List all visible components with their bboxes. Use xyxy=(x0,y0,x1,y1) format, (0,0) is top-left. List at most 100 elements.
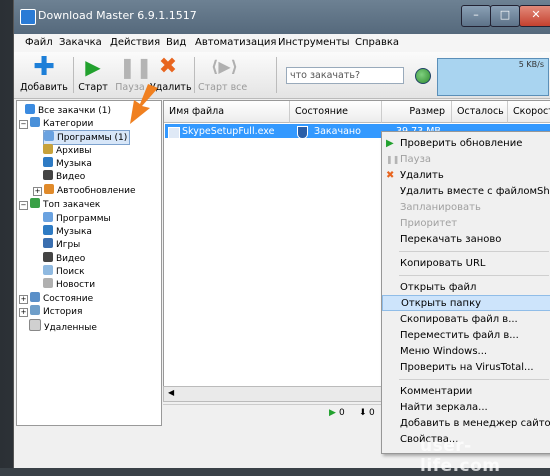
video-icon xyxy=(43,252,53,262)
collapse-icon[interactable]: − xyxy=(19,120,28,129)
title-bar[interactable]: Download Master 6.9.1.1517 – □ ✕ xyxy=(14,0,550,34)
menu-actions[interactable]: Действия xyxy=(110,37,160,48)
tree-item-top-downloads[interactable]: − Топ закачек xyxy=(19,198,100,211)
column-header-remaining[interactable]: Осталось xyxy=(452,101,508,123)
tree-item-top-video[interactable]: Видео xyxy=(43,252,85,265)
tree-item-state[interactable]: + Состояние xyxy=(19,292,93,305)
menu-view[interactable]: Вид xyxy=(166,37,186,48)
file-state: Закачано xyxy=(314,126,361,137)
menu-item-check-update[interactable]: ▶ Проверить обновление xyxy=(382,136,550,152)
tree-item-video[interactable]: Видео xyxy=(43,170,85,183)
menu-item-virustotal[interactable]: Проверить на VirusTotal... xyxy=(382,360,550,376)
menu-item-delete-with-file[interactable]: Удалить вместе с файлом Shi xyxy=(382,184,550,200)
menu-item-priority[interactable]: Приоритет xyxy=(382,216,550,232)
x-icon: ✖ xyxy=(386,170,395,181)
annotation-arrow-icon xyxy=(130,84,158,124)
collapse-icon[interactable]: − xyxy=(19,201,28,210)
window-title: Download Master 6.9.1.1517 xyxy=(38,9,197,22)
tree-item-archives[interactable]: Архивы xyxy=(43,144,91,157)
queued-icon: ⬇ xyxy=(359,408,367,418)
scroll-left-icon[interactable]: ◀ xyxy=(168,388,174,397)
menu-item-comments[interactable]: Комментарии xyxy=(382,384,550,400)
start-all-button[interactable]: ⟨▶⟩ Старт все xyxy=(198,54,247,96)
menu-item-find-mirrors[interactable]: Найти зеркала... xyxy=(382,400,550,416)
archive-icon xyxy=(43,144,53,154)
column-header-state[interactable]: Состояние xyxy=(290,101,382,123)
speed-graph: 5 KB/s xyxy=(437,58,549,96)
expand-icon[interactable]: + xyxy=(19,295,28,304)
menu-download[interactable]: Закачка xyxy=(59,37,102,48)
categories-icon xyxy=(30,117,40,127)
tree-item-search[interactable]: Поиск xyxy=(43,265,85,278)
programs-icon xyxy=(44,131,54,141)
menu-help[interactable]: Справка xyxy=(355,37,399,48)
news-icon xyxy=(43,278,53,288)
menu-automation[interactable]: Автоматизация xyxy=(195,37,276,48)
trash-icon xyxy=(29,319,41,331)
start-button[interactable]: ▶ Старт xyxy=(76,54,110,96)
column-header-speed[interactable]: Скорость xyxy=(508,101,550,123)
games-icon xyxy=(43,238,53,248)
tree-item-programs[interactable]: Программы (1) xyxy=(43,130,131,145)
menu-item-redownload[interactable]: Перекачать заново xyxy=(382,232,550,248)
expand-icon[interactable]: + xyxy=(19,308,28,317)
search-icon xyxy=(43,265,53,275)
horizontal-scrollbar[interactable]: ◀ xyxy=(163,386,397,402)
start-all-icon: ⟨▶⟩ xyxy=(211,57,238,76)
x-icon: ✖ xyxy=(158,54,178,79)
shortcut-hint: Shi xyxy=(537,186,550,197)
tree-item-deleted[interactable]: Удаленные xyxy=(29,319,97,333)
menu-item-delete[interactable]: ✖ Удалить xyxy=(382,168,550,184)
tree-item-games[interactable]: Игры xyxy=(43,238,80,251)
menu-tools[interactable]: Инструменты xyxy=(278,37,350,48)
expand-icon[interactable]: + xyxy=(33,187,42,196)
active-icon: ▶ xyxy=(329,408,336,418)
pause-icon: ❚❚ xyxy=(386,155,400,164)
download-icon xyxy=(25,104,35,114)
column-header-filename[interactable]: Имя файла xyxy=(164,101,290,123)
add-button[interactable]: ✚ Добавить xyxy=(19,54,69,96)
category-tree: Все закачки (1) − Категории Программы (1)… xyxy=(16,100,162,426)
pause-icon: ❚❚ xyxy=(119,55,153,79)
video-icon xyxy=(43,170,53,180)
autoupdate-icon xyxy=(44,184,54,194)
tree-item-top-programs[interactable]: Программы xyxy=(43,212,111,225)
column-header-size[interactable]: Размер xyxy=(382,101,452,123)
tree-item-top-music[interactable]: Музыка xyxy=(43,225,92,238)
tree-item-autoupdate[interactable]: + Автообновление xyxy=(33,184,136,197)
toolbar-separator xyxy=(194,57,195,93)
menu-file[interactable]: Файл xyxy=(25,37,53,48)
menu-item-pause[interactable]: ❚❚ Пауза xyxy=(382,152,550,168)
active-count: 0 xyxy=(339,408,345,418)
toolbar-separator xyxy=(276,57,277,93)
menu-item-add-site-manager[interactable]: Добавить в менеджер сайтов... xyxy=(382,416,550,432)
menu-bar: Файл Закачка Действия Вид Автоматизация … xyxy=(14,34,550,52)
menu-item-open-file[interactable]: Открыть файл xyxy=(382,280,550,296)
app-icon xyxy=(20,9,36,25)
menu-separator xyxy=(399,251,549,252)
menu-item-copy-file[interactable]: Скопировать файл в... xyxy=(382,312,550,328)
menu-item-move-file[interactable]: Переместить файл в... xyxy=(382,328,550,344)
tree-item-history[interactable]: + История xyxy=(19,305,82,318)
tree-item-all-downloads[interactable]: Все закачки (1) xyxy=(25,104,111,117)
toolbar-separator xyxy=(73,57,74,93)
context-menu: ▶ Проверить обновление ❚❚ Пауза ✖ Удалить У… xyxy=(381,131,550,454)
minimize-button[interactable]: – xyxy=(461,5,491,27)
tree-item-categories[interactable]: − Категории xyxy=(19,117,93,130)
menu-item-copy-url[interactable]: Копировать URL xyxy=(382,256,550,272)
search-input[interactable]: что закачать? xyxy=(286,67,404,84)
music-icon xyxy=(43,157,53,167)
maximize-button[interactable]: □ xyxy=(490,5,520,27)
search-go-icon[interactable] xyxy=(415,68,431,84)
watermark: user-life.com xyxy=(420,436,501,476)
menu-item-schedule[interactable]: Запланировать xyxy=(382,200,550,216)
close-button[interactable]: ✕ xyxy=(519,5,550,27)
tree-item-news[interactable]: Новости xyxy=(43,278,95,291)
menu-separator xyxy=(399,275,549,276)
shield-icon xyxy=(297,126,308,139)
menu-item-windows-menu[interactable]: Меню Windows... xyxy=(382,344,550,360)
menu-item-open-folder[interactable]: Открыть папку xyxy=(382,295,550,311)
plus-icon: ✚ xyxy=(33,52,55,82)
tree-item-music[interactable]: Музыка xyxy=(43,157,92,170)
queued-count: 0 xyxy=(369,408,375,418)
